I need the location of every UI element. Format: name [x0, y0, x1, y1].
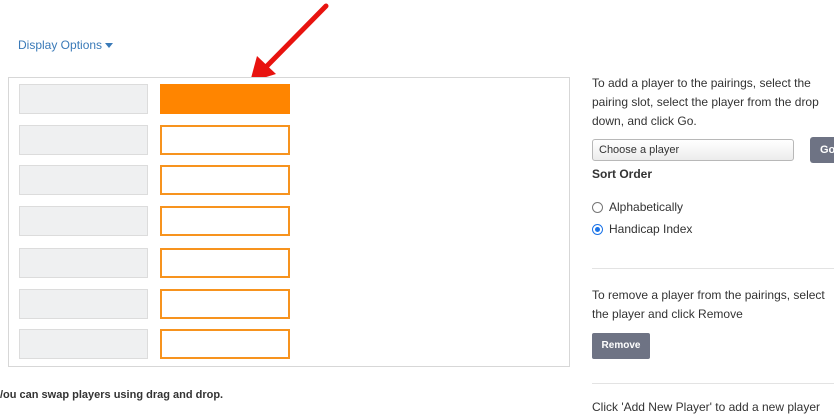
remove-player-instructions: To remove a player from the pairings, se…	[592, 288, 825, 321]
pairing-slot-left[interactable]	[19, 165, 148, 195]
pairing-slot-right[interactable]	[160, 329, 290, 359]
side-panel: To add a player to the pairings, select …	[592, 0, 834, 416]
pairing-row	[19, 125, 299, 155]
pairing-slot-right-selected[interactable]	[160, 84, 290, 114]
pairing-row	[19, 84, 299, 114]
add-player-instructions: To add a player to the pairings, select …	[592, 76, 819, 128]
sort-alphabetically-option[interactable]: Alphabetically	[592, 200, 683, 214]
sort-option-label: Alphabetically	[609, 200, 684, 214]
radio-checked[interactable]	[592, 223, 603, 235]
display-options-label: Display Options	[18, 38, 103, 52]
pairing-slot-right[interactable]	[160, 206, 290, 236]
pairing-slot-left[interactable]	[19, 206, 148, 236]
divider	[592, 383, 834, 384]
pairing-row	[19, 329, 299, 359]
pairing-slot-right[interactable]	[160, 165, 290, 195]
pairing-row	[19, 289, 299, 319]
sort-option-label: Handicap Index	[609, 222, 693, 236]
pairing-slot-left[interactable]	[19, 125, 148, 155]
remove-button[interactable]: Remove	[592, 333, 650, 359]
new-player-instructions: Click 'Add New Player' to add a new play…	[592, 400, 821, 414]
pairing-slot-left[interactable]	[19, 329, 148, 359]
pairing-row	[19, 248, 299, 278]
pairings-grid	[8, 77, 570, 367]
sort-order-title: Sort Order	[592, 167, 653, 181]
pairing-slot-left[interactable]	[19, 289, 148, 319]
pairing-slot-right[interactable]	[160, 289, 290, 319]
pairing-slot-left[interactable]	[19, 84, 148, 114]
player-select[interactable]: Choose a player	[592, 139, 794, 161]
caret-down-icon	[105, 43, 114, 48]
pairing-row	[19, 165, 299, 195]
swap-note: /ou can swap players using drag and drop…	[0, 389, 224, 401]
pairing-slot-right[interactable]	[160, 248, 290, 278]
radio-unchecked[interactable]	[592, 201, 603, 213]
go-button[interactable]: Go	[810, 137, 834, 163]
divider	[592, 268, 834, 269]
display-options-toggle[interactable]: Display Options	[18, 38, 114, 52]
sort-handicap-index-option[interactable]: Handicap Index	[592, 222, 692, 236]
pairing-slot-right[interactable]	[160, 125, 290, 155]
pairing-row	[19, 206, 299, 236]
pairing-slot-left[interactable]	[19, 248, 148, 278]
